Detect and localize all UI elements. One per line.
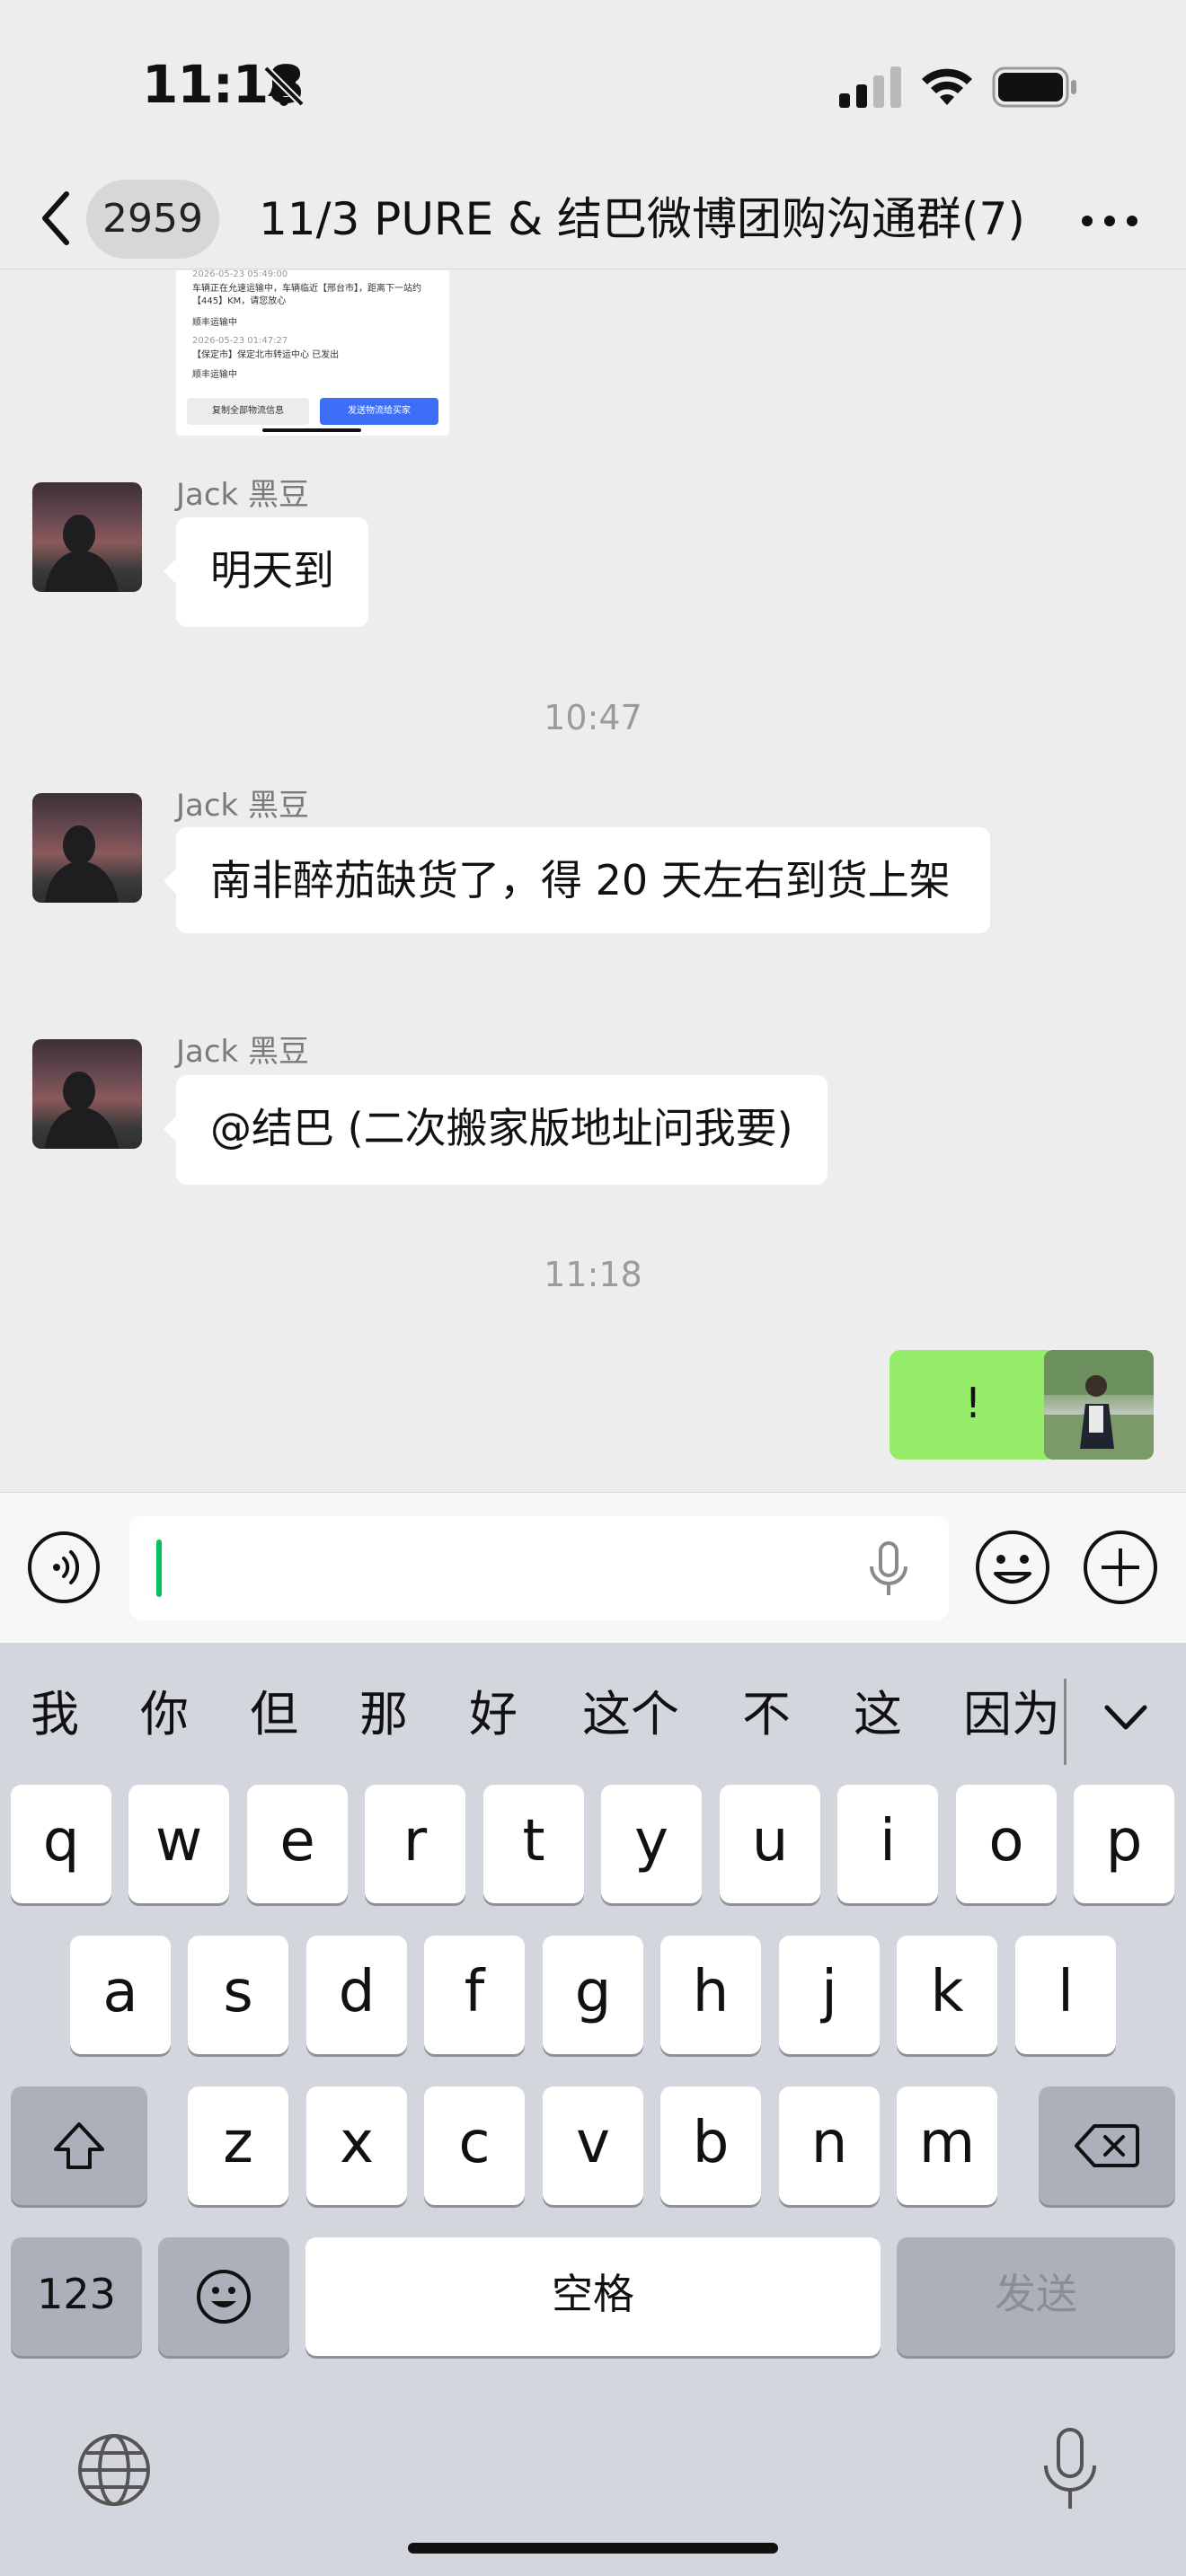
candidate-word[interactable]: 但 [250, 1679, 298, 1751]
key-l[interactable]: l [1015, 1936, 1116, 2054]
avatar-silhouette [45, 515, 119, 592]
thumb-text-line: 顺丰运输中 [192, 318, 237, 328]
sender-name: Jack 黑豆 [176, 477, 310, 513]
thumb-text-line: 【保定市】保定北市转运中心 已发出 [192, 350, 340, 360]
send-key[interactable]: 发送 [897, 2237, 1175, 2356]
thumb-copy-button: 复制全部物流信息 [187, 398, 309, 425]
thumb-text-line: 车辆正在允速运输中，车辆临近【邢台市】，距离下一站约 [192, 284, 421, 294]
key-t[interactable]: t [483, 1785, 584, 1903]
candidate-bar: 我 你 但 那 好 这个 不 这 因为 [0, 1643, 1186, 1786]
emoji-icon[interactable] [974, 1529, 1051, 1606]
home-indicator [408, 2543, 778, 2554]
key-g[interactable]: g [543, 1936, 643, 2054]
avatar-silhouette [45, 825, 119, 903]
candidate-word[interactable]: 这个 [582, 1679, 679, 1751]
candidate-word[interactable]: 我 [31, 1679, 79, 1751]
microphone-icon[interactable] [1039, 2426, 1102, 2512]
battery-icon [992, 66, 1076, 108]
candidate-word[interactable]: 这 [854, 1679, 902, 1751]
key-p[interactable]: p [1074, 1785, 1174, 1903]
message-input[interactable] [129, 1516, 949, 1620]
wifi-icon [922, 68, 972, 105]
key-v[interactable]: v [543, 2086, 643, 2205]
key-x[interactable]: x [306, 2086, 407, 2205]
thumb-send-button: 发送物流给买家 [320, 398, 438, 425]
time-divider: 11:18 [544, 1255, 642, 1294]
key-y[interactable]: y [601, 1785, 702, 1903]
space-key[interactable]: 空格 [305, 2237, 881, 2356]
key-m[interactable]: m [897, 2086, 997, 2205]
shift-key[interactable] [11, 2086, 147, 2205]
key-u[interactable]: u [720, 1785, 820, 1903]
key-z[interactable]: z [188, 2086, 288, 2205]
thumb-text-line: 2026-05-23 01:47:27 [192, 336, 288, 346]
avatar-silhouette [45, 1072, 119, 1149]
thumb-text-line: 顺丰运输中 [192, 370, 237, 380]
my-avatar[interactable] [1044, 1350, 1154, 1460]
key-e[interactable]: e [247, 1785, 348, 1903]
message-bubble[interactable]: 南非醉茄缺货了，得 20 天左右到货上架 [164, 827, 990, 933]
avatar-person [1044, 1350, 1154, 1460]
key-w[interactable]: w [128, 1785, 229, 1903]
key-q[interactable]: q [11, 1785, 111, 1903]
chevron-left-icon[interactable] [38, 187, 74, 250]
message-bubble[interactable]: @结巴 (二次搬家版地址问我要) [164, 1075, 828, 1185]
candidate-separator [1064, 1679, 1067, 1765]
voice-input-icon[interactable] [27, 1531, 101, 1604]
avatar[interactable] [32, 482, 142, 592]
my-message-bubble[interactable]: ! [890, 1350, 1069, 1460]
key-h[interactable]: h [660, 1936, 761, 2054]
candidate-word[interactable]: 不 [742, 1679, 791, 1751]
sender-name: Jack 黑豆 [176, 1034, 310, 1070]
backspace-key[interactable] [1039, 2086, 1175, 2205]
message-list[interactable]: 2026-05-23 05:49:00 车辆正在允速运输中，车辆临近【邢台市】，… [0, 270, 1186, 1492]
key-c[interactable]: c [424, 2086, 525, 2205]
numbers-key[interactable]: 123 [11, 2237, 142, 2356]
candidate-word[interactable]: 因为 [963, 1679, 1060, 1751]
chat-header: 2959 11/3 PURE & 结巴微博团购沟通群(7) [0, 171, 1186, 269]
key-i[interactable]: i [837, 1785, 938, 1903]
shared-image-message[interactable]: 2026-05-23 05:49:00 车辆正在允速运输中，车辆临近【邢台市】，… [176, 270, 449, 436]
text-cursor [156, 1539, 162, 1597]
key-n[interactable]: n [779, 2086, 880, 2205]
globe-icon[interactable] [75, 2431, 153, 2509]
sender-name: Jack 黑豆 [176, 788, 310, 824]
input-bar [0, 1492, 1186, 1643]
key-s[interactable]: s [188, 1936, 288, 2054]
emoji-icon [197, 2270, 251, 2324]
thumb-home-indicator [262, 428, 361, 432]
key-d[interactable]: d [306, 1936, 407, 2054]
key-r[interactable]: r [365, 1785, 465, 1903]
candidate-word[interactable]: 好 [469, 1679, 518, 1751]
shift-icon [54, 2122, 104, 2169]
keyboard: 我 你 但 那 好 这个 不 这 因为 q w e r t y u i o p … [0, 1643, 1186, 2576]
bell-slash-icon [263, 66, 305, 107]
thumb-text-line: 2026-05-23 05:49:00 [192, 270, 288, 279]
avatar[interactable] [32, 793, 142, 903]
time-divider: 10:47 [544, 698, 642, 737]
emoji-key[interactable] [158, 2237, 289, 2356]
unread-count-badge[interactable]: 2959 [86, 180, 219, 259]
key-f[interactable]: f [424, 1936, 525, 2054]
candidate-word[interactable]: 你 [140, 1679, 189, 1751]
status-bar: 11:18 [0, 0, 1186, 171]
chevron-down-icon[interactable] [1103, 1698, 1148, 1734]
more-dots-icon[interactable] [1078, 203, 1141, 239]
cellular-signal-icon [839, 66, 901, 108]
avatar[interactable] [32, 1039, 142, 1149]
microphone-icon[interactable] [864, 1541, 913, 1597]
key-j[interactable]: j [779, 1936, 880, 2054]
backspace-icon [1075, 2124, 1139, 2167]
key-a[interactable]: a [70, 1936, 171, 2054]
chat-title: 11/3 PURE & 结巴微博团购沟通群(7) [259, 193, 1025, 245]
plus-icon[interactable] [1082, 1529, 1159, 1606]
key-o[interactable]: o [956, 1785, 1057, 1903]
thumb-text-line: 【445】KM，请您放心 [192, 296, 287, 306]
message-bubble[interactable]: 明天到 [164, 517, 368, 627]
key-k[interactable]: k [897, 1936, 997, 2054]
key-b[interactable]: b [660, 2086, 761, 2205]
candidate-word[interactable]: 那 [359, 1679, 408, 1751]
